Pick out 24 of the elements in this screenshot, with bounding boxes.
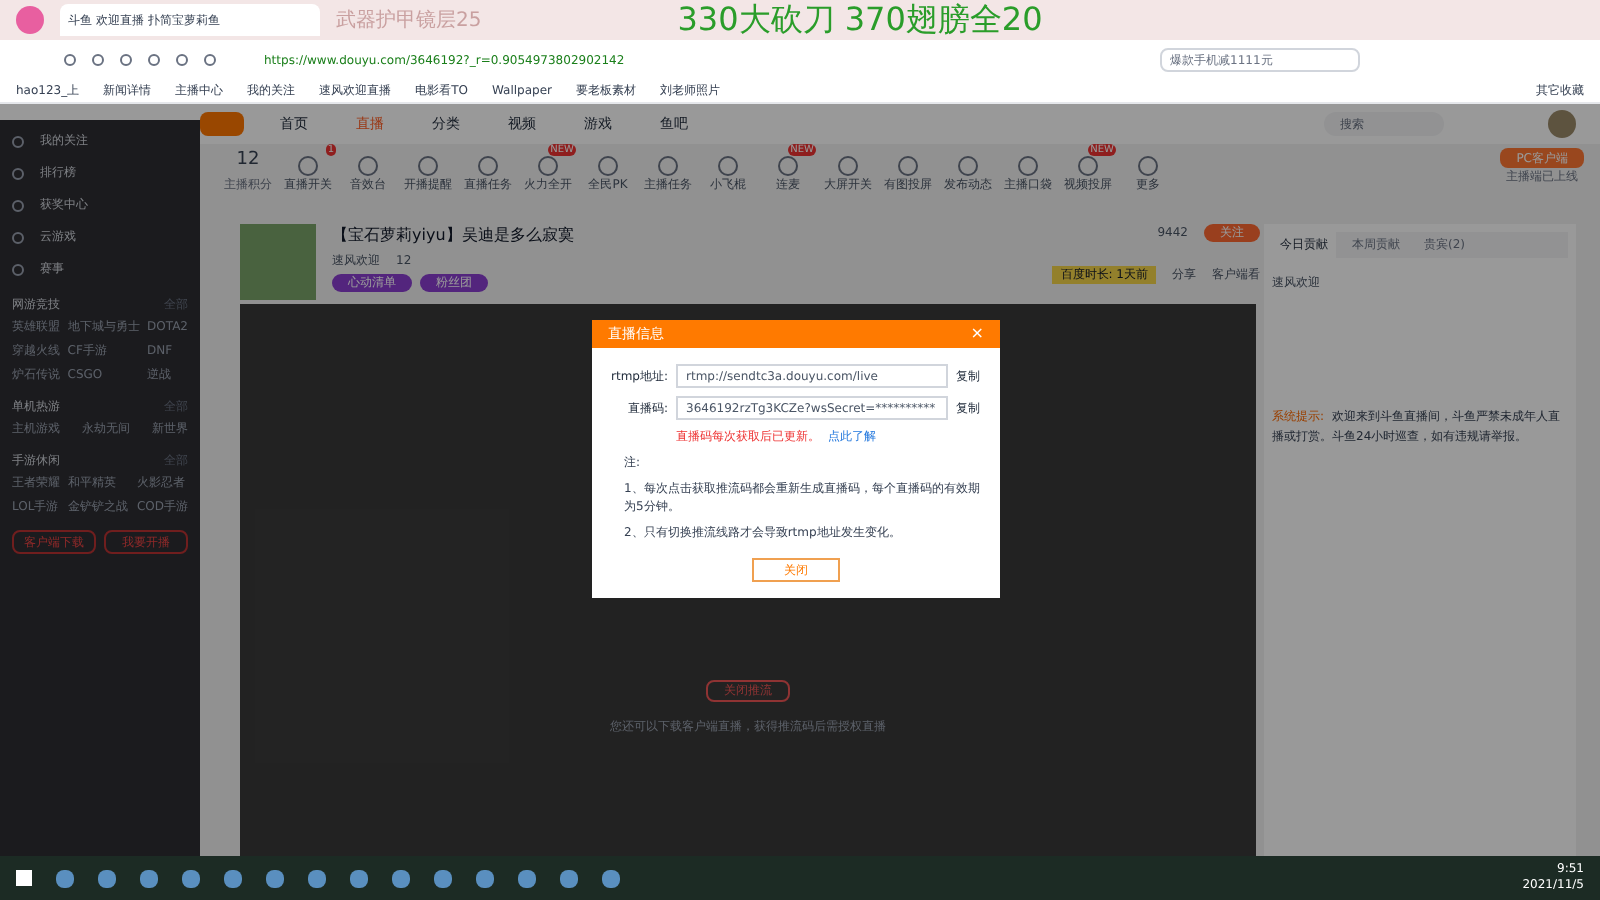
app-icon[interactable]: [350, 869, 368, 887]
app-icon[interactable]: [602, 869, 620, 887]
overlay-text: 武器护甲镜层25: [336, 7, 482, 35]
avatar-icon[interactable]: [1548, 110, 1576, 138]
score-value: 12: [236, 148, 260, 174]
browser-logo-icon[interactable]: [16, 6, 44, 34]
room-title: 【宝石萝莉yiyu】吴迪是多么寂寞: [332, 224, 574, 248]
app-icon[interactable]: [224, 869, 242, 887]
app-icon[interactable]: [56, 869, 74, 887]
avatar-placeholder: [240, 224, 316, 300]
app-icon[interactable]: [434, 869, 452, 887]
app-icon[interactable]: [476, 869, 494, 887]
start-icon[interactable]: [16, 870, 32, 886]
app-icon[interactable]: [518, 869, 536, 887]
app-icon[interactable]: [560, 869, 578, 887]
overlay-text: 330大砍刀 370翅膀全20: [677, 0, 1043, 42]
app-icon[interactable]: [266, 869, 284, 887]
app-icon[interactable]: [392, 869, 410, 887]
app-icon[interactable]: [98, 869, 116, 887]
app-icon[interactable]: [182, 869, 200, 887]
site-logo-icon: [200, 112, 244, 136]
app-icon[interactable]: [140, 869, 158, 887]
app-icon[interactable]: [308, 869, 326, 887]
close-button[interactable]: ×: [970, 322, 984, 346]
